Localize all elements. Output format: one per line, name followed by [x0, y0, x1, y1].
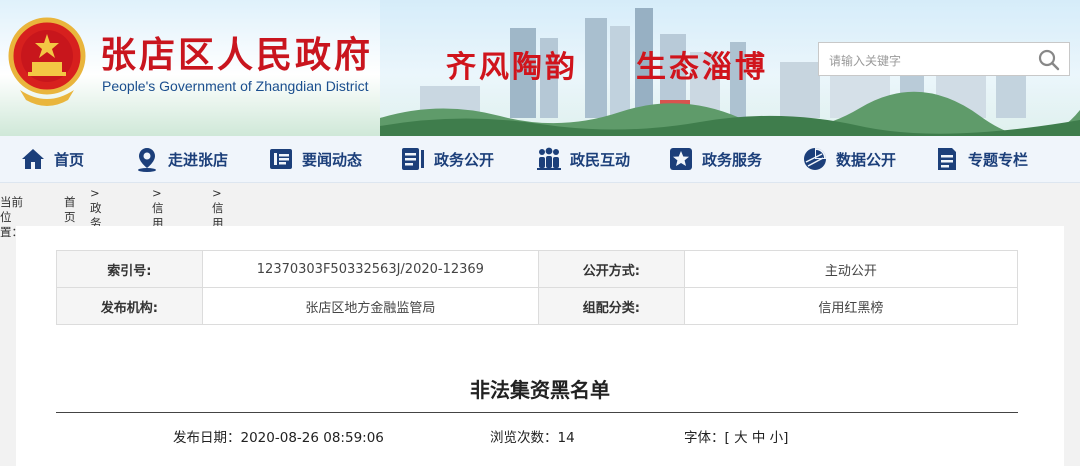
mode-value: 主动公开 — [683, 250, 1019, 288]
nav-item-services[interactable]: 政务服务 — [668, 136, 762, 182]
nav-label: 政务公开 — [434, 150, 495, 169]
nav-label: 政民互动 — [570, 150, 631, 169]
view-count: 浏览次数：14 — [490, 426, 575, 446]
table-row: 发布机构: 张店区地方金融监管局 组配分类: 信用红黑榜 — [56, 287, 1019, 325]
site-subtitle: People's Government of Zhangdian Distric… — [102, 78, 369, 94]
home-icon — [22, 149, 44, 169]
nav-label: 走进张店 — [168, 150, 229, 169]
slogan-right: 生态淄博 — [636, 50, 768, 85]
org-label: 发布机构: — [56, 287, 203, 325]
nav-item-topics[interactable]: 专题专栏 — [934, 136, 1028, 182]
font-size-small-button[interactable]: 小 — [770, 430, 784, 446]
search-icon[interactable] — [1037, 48, 1061, 72]
nav-item-interaction[interactable]: 政民互动 — [536, 136, 630, 182]
date-value: 2020-08-26 08:59:06 — [240, 430, 384, 446]
people-icon — [537, 147, 561, 170]
table-row: 索引号: 12370303F50332563J/2020-12369 公开方式:… — [56, 250, 1019, 288]
main-nav: 首页 走进张店 要闻动态 政务公开 政民互动 政务服务 数据公开 专题专栏 — [0, 136, 1080, 183]
star-icon — [670, 148, 692, 170]
mode-label: 公开方式: — [538, 250, 685, 288]
metadata-table: 索引号: 12370303F50332563J/2020-12369 公开方式:… — [56, 250, 1019, 325]
nav-label: 专题专栏 — [968, 150, 1029, 169]
index-label: 索引号: — [56, 250, 203, 288]
nav-label: 要闻动态 — [302, 150, 363, 169]
site-title[interactable]: 张店区人民政府 — [100, 26, 373, 78]
font-label: 字体： — [684, 430, 725, 446]
date-label: 发布日期： — [173, 430, 241, 446]
font-size-medium-button[interactable]: 中 — [752, 430, 766, 446]
publish-date: 发布日期：2020-08-26 08:59:06 — [173, 426, 384, 446]
org-value: 张店区地方金融监管局 — [201, 287, 540, 325]
list-doc-icon — [938, 148, 956, 170]
bracket-open: [ — [724, 430, 730, 446]
nav-item-home[interactable]: 首页 — [20, 136, 84, 182]
nav-label: 政务服务 — [702, 150, 763, 169]
header-banner: 张店区人民政府 People's Government of Zhangdian… — [0, 0, 1080, 136]
document-icon — [402, 148, 424, 170]
article-panel: 索引号: 12370303F50332563J/2020-12369 公开方式:… — [16, 226, 1064, 466]
nav-item-about[interactable]: 走进张店 — [134, 136, 228, 182]
bracket-close: ] — [783, 430, 789, 446]
pie-chart-icon — [804, 148, 826, 170]
category-label: 组配分类: — [538, 287, 685, 325]
national-emblem-icon — [8, 17, 86, 106]
article-title: 非法集资黑名单 — [470, 378, 610, 402]
nav-item-data[interactable]: 数据公开 — [802, 136, 896, 182]
slogan-left: 齐风陶韵 — [446, 50, 578, 85]
nav-item-gov-open[interactable]: 政务公开 — [400, 136, 494, 182]
views-label: 浏览次数： — [490, 430, 558, 446]
nav-label: 数据公开 — [836, 150, 897, 169]
news-icon — [270, 149, 292, 169]
category-value: 信用红黑榜 — [683, 287, 1019, 325]
search-input[interactable] — [827, 50, 1031, 72]
views-value: 14 — [557, 430, 575, 446]
location-pin-icon — [138, 148, 156, 172]
nav-label: 首页 — [54, 150, 85, 169]
title-divider — [56, 412, 1018, 413]
search-box — [818, 42, 1070, 76]
index-value: 12370303F50332563J/2020-12369 — [201, 250, 540, 288]
font-size-large-button[interactable]: 大 — [734, 430, 748, 446]
breadcrumb-home[interactable]: 首页 — [64, 195, 76, 225]
nav-item-news[interactable]: 要闻动态 — [268, 136, 362, 182]
font-size-control: 字体：[ 大 中 小] — [684, 426, 788, 446]
